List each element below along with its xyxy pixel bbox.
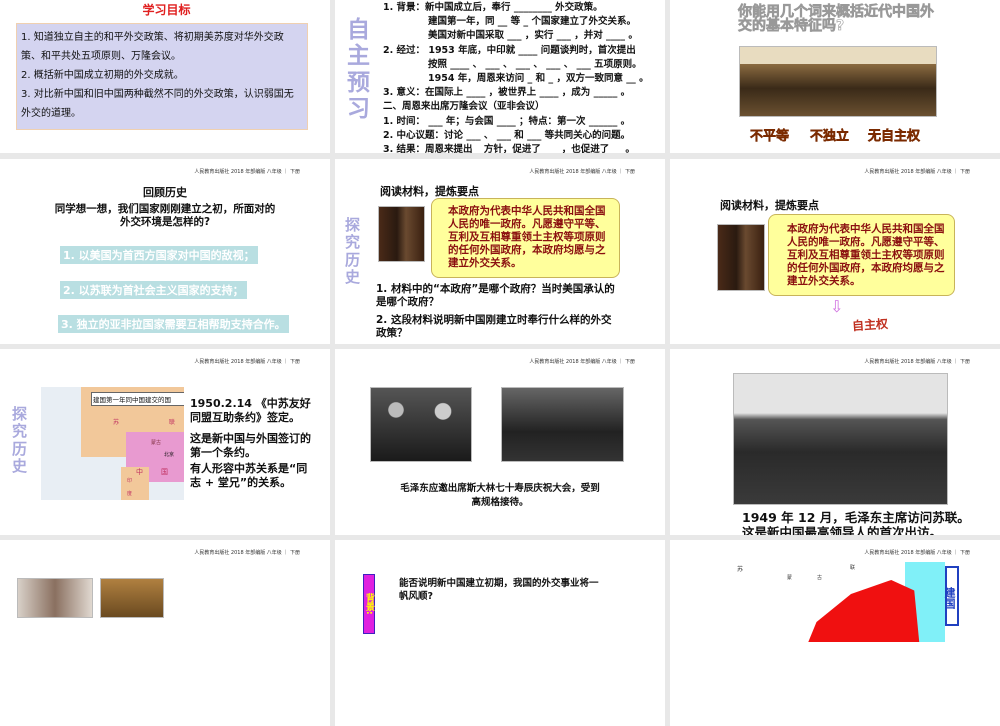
- speech-photo: [717, 224, 765, 291]
- map-label: 蒙古: [151, 440, 162, 446]
- text-line: 1. 背景：新中国成立后，奉行 ________ 外交政策。: [383, 2, 603, 13]
- diplomacy-map: 建国第一年同中国建交的国 苏 联 中 国 蒙古 北京 印 度: [41, 387, 184, 500]
- objective-3: 3. 对比新中国和旧中国两种截然不同的外交政策，认识弱国无外交的道理。: [21, 89, 294, 119]
- slide-thumbnail-12[interactable]: 人民教育出版社 2018 年部编版 八年级 ｜ 下册 苏 蒙 古 联 建国: [670, 540, 1000, 726]
- text-line: 3. 结果：周恩来提出 _ 方针，促进了 ___ ，也促进了 __ 。: [383, 144, 635, 153]
- map-label: 北京: [164, 452, 175, 458]
- question-text: 能否说明新中国建立初期，我国的外交事业将一帆风顺?: [399, 578, 599, 602]
- answer-2: 2. 以苏联为首社会主义国家的支持；: [60, 281, 247, 299]
- map-label: 联: [850, 565, 856, 571]
- question-text: 同学想一想，我们国家刚刚建立之初，所面对的外交环境是怎样的?: [54, 203, 276, 228]
- text-line: 2. 经过： 1953 年底，中印就 ____ 问题谈判时，首次提出: [383, 44, 636, 56]
- text-line: 美国对新中国采取 ___ ，实行 ___ ，并对 ____ 。: [428, 30, 638, 42]
- keyword-2: 不独立: [810, 129, 850, 145]
- slide-title: 回顾历史: [143, 186, 187, 199]
- side-label: 探究历史: [345, 216, 361, 286]
- text-line: 1954 年，周恩来访问 _ 和 _ ，双方一致同意 __ 。: [428, 73, 649, 85]
- map-label: 国: [161, 468, 168, 476]
- text-line: 1. 时间： ___ 年；与会国 ____ ；特点：第一次 ______ 。: [383, 115, 631, 127]
- question-1: 1. 材料中的“本政府”是哪个政府？当时美国承认的是哪个政府？: [376, 283, 615, 308]
- photo-left: [17, 578, 93, 618]
- map-label: 联: [169, 419, 176, 426]
- map-label: 蒙: [787, 575, 793, 581]
- map-label: 中: [136, 468, 143, 476]
- slide-thumbnail-8[interactable]: 人民教育出版社 2018 年部编版 八年级 ｜ 下册 毛泽东应邀出席斯大林七十寿…: [335, 349, 665, 535]
- objectives-box: 1. 知道独立自主的和平外交政策、将初期美苏度对华外交政策、和平共处五项原则、万…: [16, 23, 308, 130]
- text-line: 建国第一年，同 __ 等 _ 个国家建立了外交关系。: [428, 16, 636, 28]
- answer-wordart: 自主权: [851, 316, 889, 334]
- celebration-photo: [501, 387, 624, 462]
- speech-photo: [378, 206, 425, 262]
- publisher-header: 人民教育出版社 2018 年部编版 八年级 ｜ 下册: [194, 359, 300, 365]
- slide-thumbnail-4[interactable]: 人民教育出版社 2018 年部编版 八年级 ｜ 下册 回顾历史 同学想一想，我们…: [0, 159, 330, 344]
- slide-thumbnail-2[interactable]: 自主预习 1. 背景：新中国成立后，奉行 ________ 外交政策。 建国第一…: [335, 0, 665, 153]
- text-line: 2. 中心议题：讨论 ___ 、 ___ 和 ___ 等共同关心的问题。: [383, 129, 631, 141]
- moscow-arrival-photo: [733, 373, 948, 505]
- publisher-header: 人民教育出版社 2018 年部编版 八年级 ｜ 下册: [529, 169, 635, 175]
- question-2: 2. 这段材料说明新中国刚建立时奉行什么样的外交政策？: [376, 314, 612, 339]
- map-label: 苏: [113, 419, 120, 426]
- preview-text: 1. 背景：新中国成立后，奉行 ________ 外交政策。 建国第一年，同 _…: [383, 1, 649, 153]
- publisher-header: 人民教育出版社 2018 年部编版 八年级 ｜ 下册: [864, 550, 970, 556]
- objective-1: 1. 知道独立自主的和平外交政策、将初期美苏度对华外交政策、和平共处五项原则、万…: [21, 32, 284, 62]
- slide-thumbnail-5[interactable]: 人民教育出版社 2018 年部编版 八年级 ｜ 下册 探究历史 阅读材料，提炼要…: [335, 159, 665, 344]
- map-label: 度: [127, 491, 133, 497]
- quote-scroll: 本政府为代表中华人民共和国全国人民的唯一政府。凡愿遵守平等、互利及互相尊重领土主…: [768, 214, 955, 296]
- slide-title: 阅读材料，提炼要点: [380, 185, 479, 198]
- answer-1: 1. 以美国为首西方国家对中国的敌视；: [60, 246, 258, 264]
- publisher-header: 人民教育出版社 2018 年部编版 八年级 ｜ 下册: [864, 359, 970, 365]
- quote-scroll: 本政府为代表中华人民共和国全国人民的唯一政府。凡愿遵守平等、互利及互相尊重领土主…: [431, 198, 620, 278]
- background-tag: 背景:: [363, 574, 375, 634]
- text-line: 二、周恩来出席万隆会议（亚非会议）: [383, 101, 545, 113]
- side-label: 探究历史: [12, 405, 28, 475]
- slide-thumbnail-7[interactable]: 人民教育出版社 2018 年部编版 八年级 ｜ 下册 探究历史 建国第一年同中国…: [0, 349, 330, 535]
- keyword-1: 不平等: [750, 129, 790, 145]
- slide-title: 学习目标: [142, 3, 191, 17]
- slide-thumbnail-10[interactable]: 人民教育出版社 2018 年部编版 八年级 ｜ 下册: [0, 540, 330, 726]
- relationship-text: 有人形容中苏关系是“同志 + 堂兄”的关系。: [190, 462, 308, 489]
- side-label: 自主预习: [347, 17, 370, 123]
- slide-thumbnail-1[interactable]: 学习目标 1. 知道独立自主的和平外交政策、将初期美苏度对华外交政策、和平共处五…: [0, 0, 330, 153]
- slide-title: 阅读材料，提炼要点: [720, 199, 819, 212]
- publisher-header: 人民教育出版社 2018 年部编版 八年级 ｜ 下册: [194, 169, 300, 175]
- objective-2: 2. 概括新中国成立初期的外交成就。: [21, 70, 184, 81]
- map-label: 古: [817, 575, 823, 581]
- map-label: 印: [127, 478, 133, 484]
- map-title: 建国第一年同中国建交的国: [91, 392, 184, 406]
- slide-thumbnail-11[interactable]: 背景: 能否说明新中国建立初期，我国的外交事业将一帆风顺?: [335, 540, 665, 726]
- slide-thumbnail-6[interactable]: 人民教育出版社 2018 年部编版 八年级 ｜ 下册 阅读材料，提炼要点 本政府…: [670, 159, 1000, 344]
- publisher-header: 人民教育出版社 2018 年部编版 八年级 ｜ 下册: [864, 169, 970, 175]
- publisher-header: 人民教育出版社 2018 年部编版 八年级 ｜ 下册: [194, 550, 300, 556]
- treaty-signing-photo: [739, 46, 937, 117]
- photo-right: [100, 578, 164, 618]
- map-label: 苏: [737, 566, 744, 573]
- keyword-3: 无自主权: [868, 129, 921, 145]
- text-line: 3. 意义：在国际上 ____ ，被世界上 ____ ，成为 _____ 。: [383, 87, 631, 99]
- slide-thumbnail-9[interactable]: 人民教育出版社 2018 年部编版 八年级 ｜ 下册 1949 年 12 月，毛…: [670, 349, 1000, 535]
- publisher-header: 人民教育出版社 2018 年部编版 八年级 ｜ 下册: [529, 359, 635, 365]
- first-treaty-text: 这是新中国与外国签订的第一个条约。: [190, 432, 311, 459]
- question-text: 你能用几个词来概括近代中国外交的基本特征吗?: [738, 4, 935, 34]
- slide-thumbnail-3[interactable]: 你能用几个词来概括近代中国外交的基本特征吗? 不平等 不独立 无自主权: [670, 0, 1000, 153]
- caption-line-2: 这是新中国最高领导人的首次出访。: [742, 525, 943, 535]
- photo-caption: 毛泽东应邀出席斯大林七十寿辰庆祝大会，受到高规格接待。: [400, 483, 600, 508]
- mao-stalin-photo: [370, 387, 472, 462]
- founding-box: 建国: [943, 566, 959, 626]
- text-line: 按照 ____ 、 ___ 、 ___ 、 ___ 、 ___ 五项原则。: [428, 58, 642, 70]
- arrow-icon: ⇩: [830, 297, 844, 316]
- china-map: 苏 蒙 古 联: [735, 562, 945, 642]
- answer-3: 3. 独立的亚非拉国家需要互相帮助支持合作。: [58, 315, 289, 333]
- treaty-text: 1950.2.14 《中苏友好同盟互助条约》签定。: [190, 397, 311, 424]
